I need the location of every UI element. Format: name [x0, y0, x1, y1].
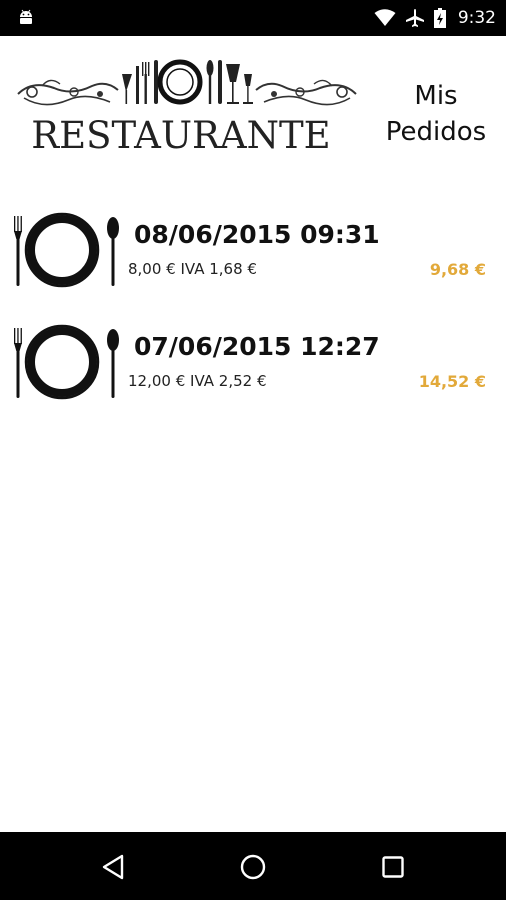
wifi-icon — [374, 9, 396, 26]
home-button[interactable] — [236, 850, 270, 884]
page-title-line2: Pedidos — [385, 117, 487, 147]
back-button[interactable] — [96, 850, 130, 884]
screen: 9:32 RESTAURANTE Mis Pedidos 08/06/2015 … — [0, 0, 506, 900]
order-subtotal-iva: 12,00 € IVA 2,52 € — [128, 372, 267, 390]
app-header: RESTAURANTE Mis Pedidos — [0, 36, 506, 166]
logo-text: RESTAURANTE — [31, 114, 331, 157]
page-title-line1: Mis — [414, 81, 458, 111]
order-item[interactable]: 07/06/2015 12:27 12,00 € IVA 2,52 € 14,5… — [0, 312, 506, 424]
android-icon — [20, 9, 32, 24]
status-bar: 9:32 — [0, 0, 506, 36]
navigation-bar — [0, 832, 506, 900]
status-icons: 9:32 — [374, 0, 496, 36]
order-total: 9,68 € — [429, 260, 486, 279]
orders-list: 08/06/2015 09:31 8,00 € IVA 1,68 € 9,68 … — [0, 200, 506, 424]
order-subtotal-iva: 8,00 € IVA 1,68 € — [128, 260, 257, 278]
plate-cutlery-icon — [14, 324, 119, 400]
order-item[interactable]: 08/06/2015 09:31 8,00 € IVA 1,68 € 9,68 … — [0, 200, 506, 312]
recents-button[interactable] — [376, 850, 410, 884]
home-icon — [240, 854, 266, 880]
back-icon — [102, 854, 124, 880]
status-time: 9:32 — [457, 8, 496, 28]
order-total: 14,52 € — [418, 372, 486, 391]
airplane-icon — [405, 9, 424, 27]
order-date: 07/06/2015 12:27 — [134, 332, 380, 361]
page-title: Mis Pedidos — [376, 78, 496, 150]
plate-cutlery-icon — [14, 212, 119, 288]
order-date: 08/06/2015 09:31 — [134, 220, 380, 249]
recents-icon — [382, 856, 404, 878]
battery-charging-icon — [433, 8, 446, 28]
